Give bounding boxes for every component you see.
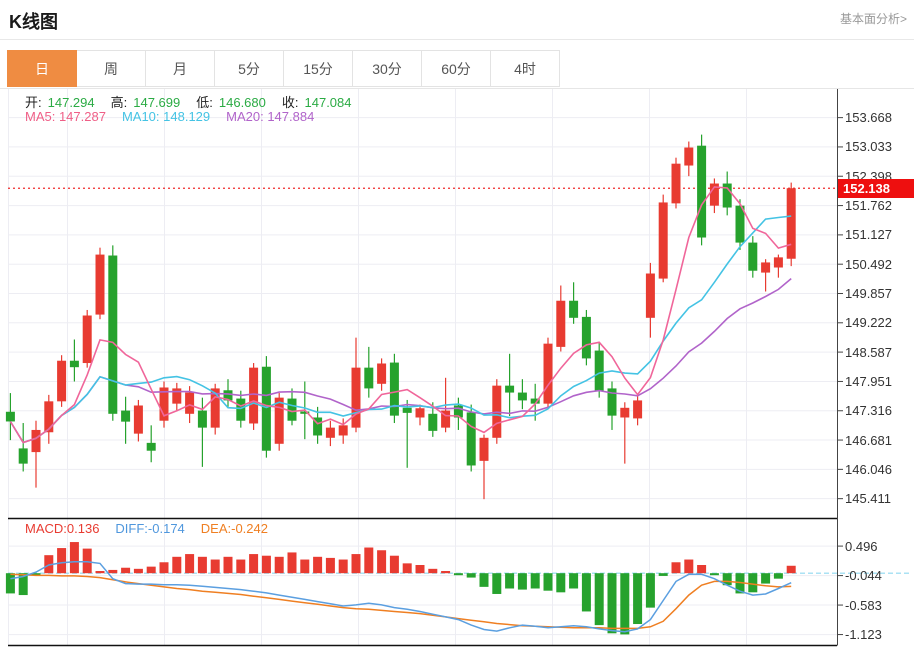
price-axis-label: 146.681 [845,432,892,448]
macd-axis-label: -1.123 [845,627,882,643]
grid-layer [8,88,837,646]
macd-legend-item: DIFF:-0.174 [115,521,185,536]
ma10-line [9,215,792,444]
axis-layer [8,88,843,647]
ma5-line [9,186,792,444]
macd-axis-label: -0.583 [845,597,882,613]
fundamental-analysis-link[interactable]: 基本面分析> [840,10,907,27]
timeframe-tabs: 日周月 5分 15分 30分 60分 4时 [7,50,560,87]
tab-30min[interactable]: 30分 [352,50,422,87]
price-axis-label: 151.762 [845,198,892,214]
ma-legend-item: MA20: 147.884 [226,109,315,124]
page-header: K线图 基本面分析> [0,0,914,40]
ohlc-value: 147.294 [47,95,95,110]
ma-lines-layer [9,186,792,444]
tab-4hour[interactable]: 4时 [490,50,560,87]
timeframe-tab-bar: 日周月 5分 15分 30分 60分 4时 [0,50,914,89]
ohlc-value: 147.699 [133,95,181,110]
ma-legend: MA5: 147.287 MA10: 148.129 MA20: 147.884 [25,109,330,124]
price-axis-label: 151.127 [845,227,892,243]
price-axis-label: 145.411 [845,491,892,507]
ohlc-label: 开: [25,95,42,110]
ohlc-label: 高: [110,95,128,110]
candles-layer [5,134,796,500]
ohlc-value: 146.680 [218,95,266,110]
price-axis-label: 153.668 [845,110,892,126]
price-axis-label: 146.046 [845,461,892,477]
dea-line [10,573,792,630]
price-axis-label: 148.587 [845,344,892,360]
ma-legend-item: MA5: 147.287 [25,109,106,124]
macd-legend: MACD:0.136 DIFF:-0.174 DEA:-0.242 [25,521,284,536]
tab-month[interactable]: 月 [145,50,215,87]
ohlc-value: 147.084 [304,95,352,110]
price-axis-label: 147.316 [845,403,892,419]
price-axis-label: 150.492 [845,256,892,272]
macd-legend-item: DEA:-0.242 [200,521,268,536]
macd-legend-item: MACD:0.136 [25,521,100,536]
macd-axis-label: 0.496 [845,538,878,554]
macd-histogram-layer [5,542,796,635]
ma-legend-item: MA10: 148.129 [121,109,211,124]
ohlc-label: 收: [281,95,299,110]
price-axis-label: 147.951 [845,373,892,389]
macd-axis-label: -0.044 [845,568,882,584]
price-axis-label: 149.222 [845,315,892,331]
page-title: K线图 [9,12,58,32]
ohlc-label: 低: [196,95,213,110]
price-axis-label: 153.033 [845,139,892,155]
price-axis-label: 149.857 [845,285,892,301]
tab-5min[interactable]: 5分 [214,50,284,87]
current-price-badge: 152.138 [838,178,914,198]
tab-week[interactable]: 周 [76,50,146,87]
tab-60min[interactable]: 60分 [421,50,491,87]
tab-15min[interactable]: 15分 [283,50,353,87]
tab-day[interactable]: 日 [7,50,77,87]
